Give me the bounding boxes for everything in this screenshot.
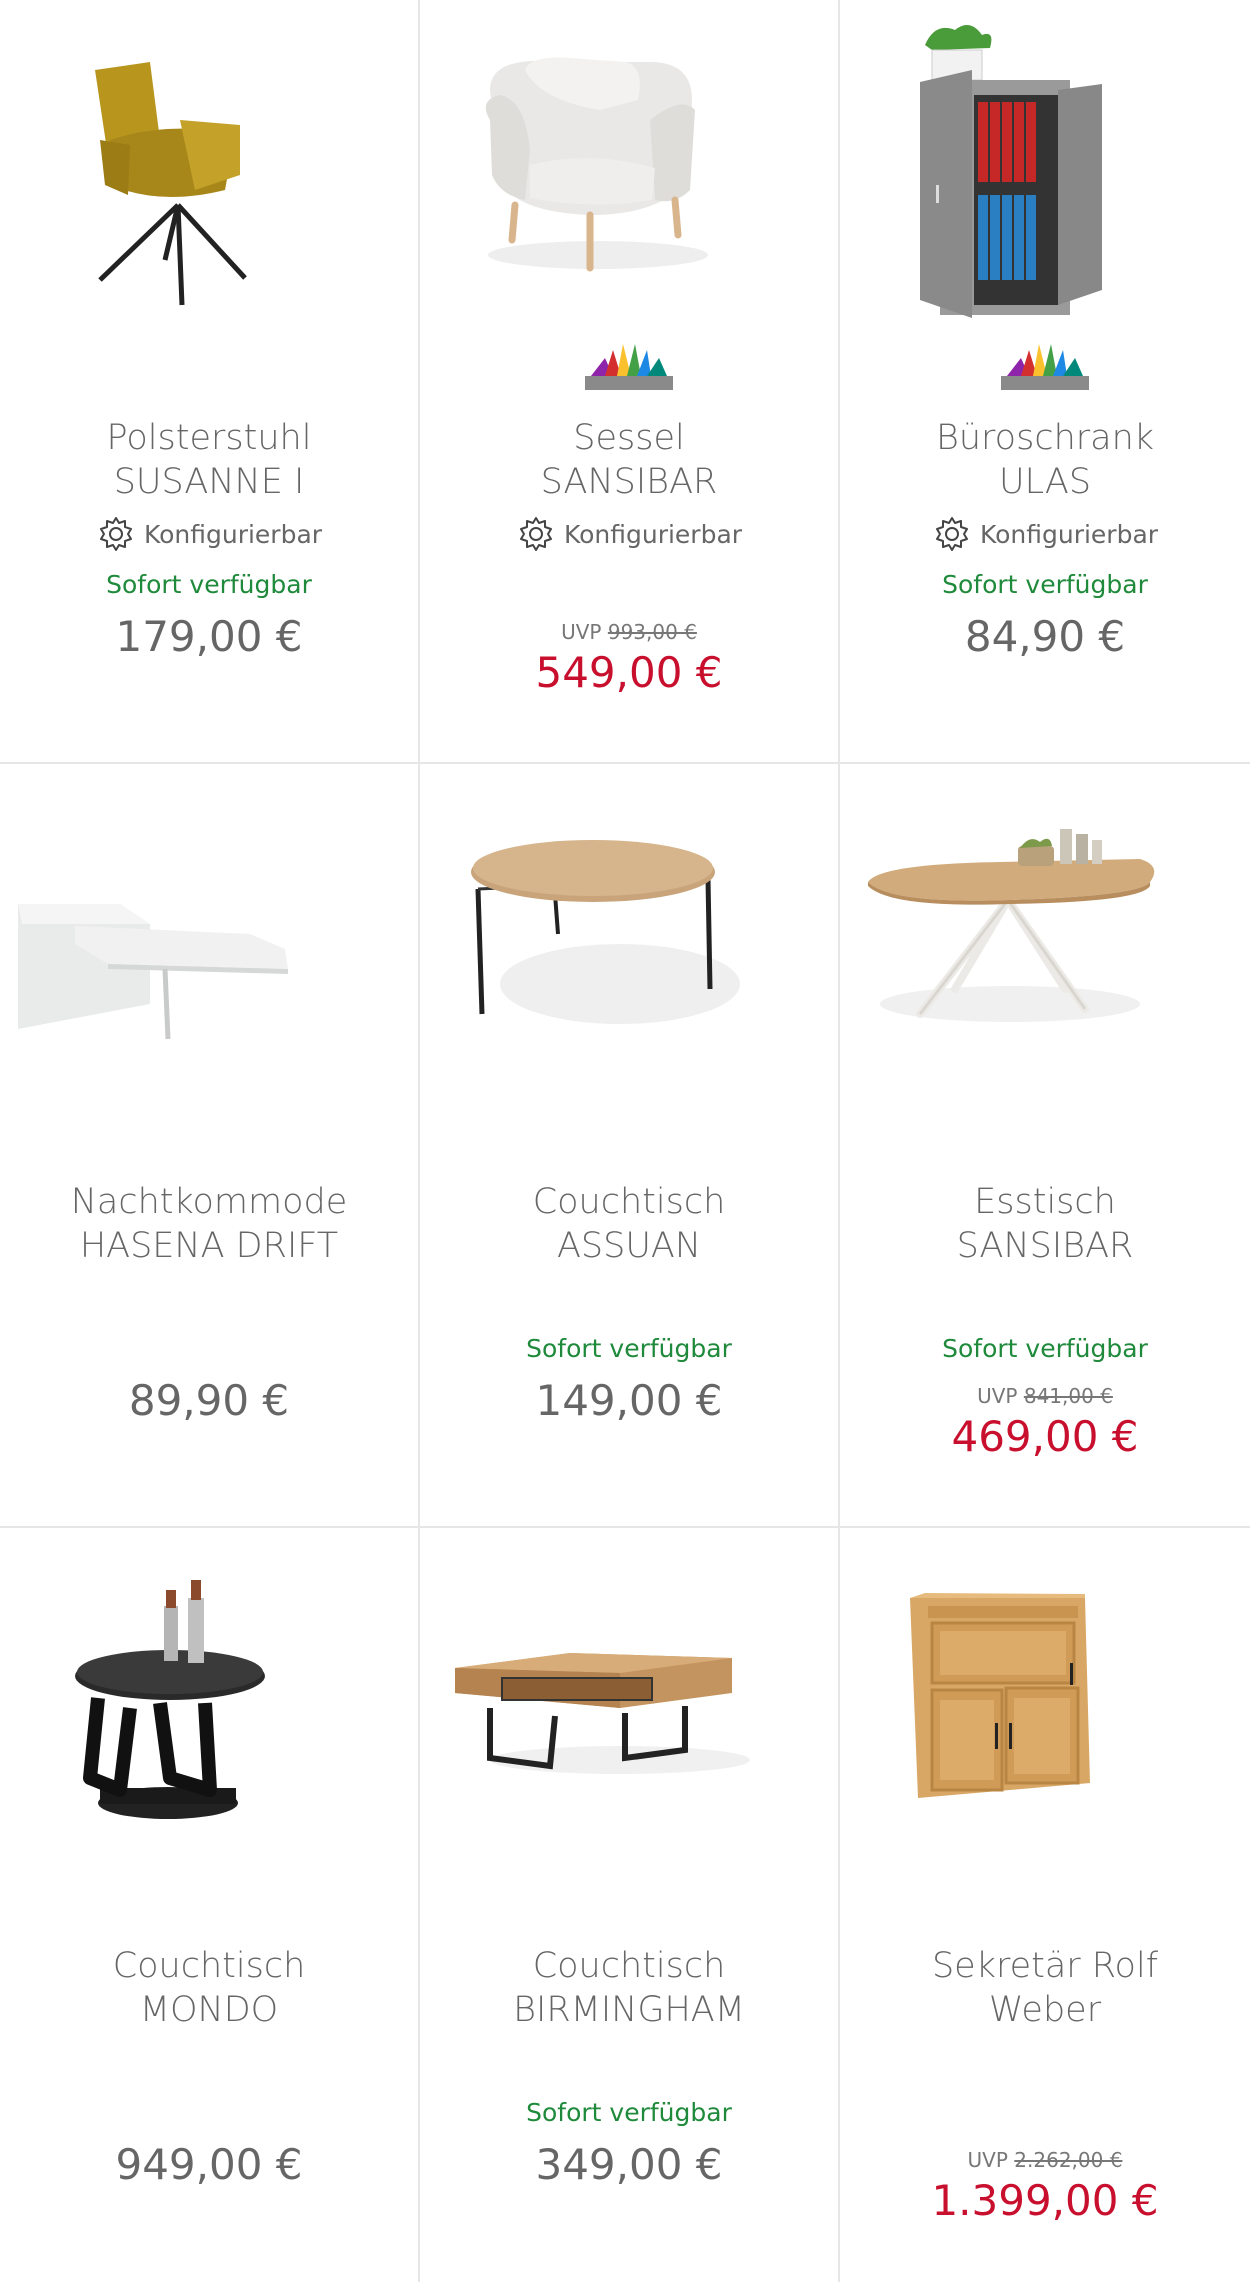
color-palette-icon [1001,344,1089,390]
price: 149,00 € [535,1376,723,1425]
gear-icon [935,517,968,551]
price: 179,00 € [115,612,303,661]
dining-table-image[interactable] [840,764,1250,1094]
product-card[interactable]: Sekretär Rolf Weber UVP 2.262,00 € 1.399… [840,1528,1250,2282]
round-coffee-table-image[interactable] [420,764,838,1094]
armchair-image[interactable] [420,0,838,330]
availability-status: Sofort verfügbar [526,2098,732,2127]
sale-price: 469,00 € [951,1412,1139,1461]
configurable-badge: Konfigurierbar [0,514,418,554]
price: 89,90 € [128,1376,290,1425]
product-card[interactable]: Sessel SANSIBAR Konfigurierbar UVP 993,0… [420,0,838,762]
product-title[interactable]: Couchtisch MONDO [10,1944,408,2032]
office-cabinet-image[interactable] [840,0,1250,330]
uvp-price: UVP 841,00 € [977,1384,1113,1408]
wooden-coffee-table-image[interactable] [420,1528,838,1858]
availability-status: Sofort verfügbar [526,1334,732,1363]
product-card[interactable]: Nachtkommode HASENA DRIFT 89,90 € [0,764,418,1526]
color-palette-icon [585,344,673,390]
sale-price: 549,00 € [535,648,723,697]
product-title[interactable]: Couchtisch ASSUAN [430,1180,828,1268]
secretary-desk-image[interactable] [840,1528,1250,1858]
price: 349,00 € [535,2140,723,2189]
availability-status: Sofort verfügbar [106,570,312,599]
availability-status: Sofort verfügbar [942,1334,1148,1363]
price: 949,00 € [115,2140,303,2189]
nightstand-image[interactable] [0,764,418,1094]
product-card[interactable]: Büroschrank ULAS Konfigurierbar Sofort v… [840,0,1250,762]
gear-icon [99,517,132,551]
sale-price: 1.399,00 € [931,2176,1159,2225]
product-title[interactable]: Couchtisch BIRMINGHAM [430,1944,828,2032]
product-card[interactable]: Couchtisch MONDO 949,00 € [0,1528,418,2282]
configurable-badge: Konfigurierbar [840,514,1250,554]
product-title[interactable]: Büroschrank ULAS [850,416,1240,504]
uvp-price: UVP 2.262,00 € [967,2148,1123,2172]
product-card[interactable]: Esstisch SANSIBAR Sofort verfügbar UVP 8… [840,764,1250,1526]
uvp-price: UVP 993,00 € [561,620,697,644]
product-card[interactable]: Polsterstuhl SUSANNE I Konfigurierbar So… [0,0,418,762]
swivel-coffee-table-image[interactable] [0,1528,418,1858]
product-title[interactable]: Sekretär Rolf Weber [850,1944,1240,2032]
gear-icon [519,517,552,551]
product-grid: Polsterstuhl SUSANNE I Konfigurierbar So… [0,0,1250,2282]
configurable-badge: Konfigurierbar [420,514,838,554]
product-title[interactable]: Esstisch SANSIBAR [850,1180,1240,1268]
product-title[interactable]: Polsterstuhl SUSANNE I [10,416,408,504]
chair-image[interactable] [0,0,418,330]
price: 84,90 € [964,612,1126,661]
product-title[interactable]: Nachtkommode HASENA DRIFT [10,1180,408,1268]
product-card[interactable]: Couchtisch ASSUAN Sofort verfügbar 149,0… [420,764,838,1526]
product-card[interactable]: Couchtisch BIRMINGHAM Sofort verfügbar 3… [420,1528,838,2282]
product-title[interactable]: Sessel SANSIBAR [430,416,828,504]
availability-status: Sofort verfügbar [942,570,1148,599]
